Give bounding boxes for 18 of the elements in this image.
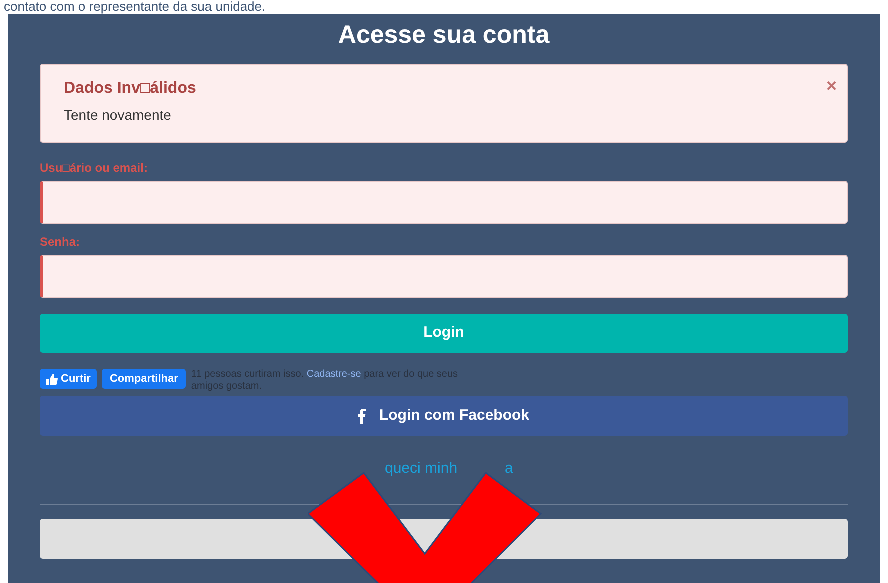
facebook-login-button[interactable]: Login com Facebook <box>40 396 848 436</box>
close-button[interactable]: × <box>826 77 837 95</box>
notice-text: contato com o representante da sua unidade. <box>3 0 267 14</box>
field-label: Usu□ário ou email: <box>40 160 149 176</box>
input-field[interactable] <box>40 255 848 298</box>
input-field[interactable] <box>40 181 848 224</box>
like-button[interactable]: Curtir <box>40 369 97 389</box>
signup-link[interactable]: Cadastre-se <box>306 369 362 380</box>
thumbs-up-icon <box>46 374 58 384</box>
login-button[interactable]: Login <box>40 314 848 353</box>
alert-title: Dados Inv□álidos <box>64 79 198 99</box>
field-label: Senha: <box>40 234 82 250</box>
facebook-icon <box>358 408 366 424</box>
alert-message: Tente novamente <box>64 106 172 124</box>
forgot-password-link[interactable]: queci minh <box>385 458 458 480</box>
page-title: Acesse sua conta <box>337 20 551 50</box>
share-button[interactable]: Compartilhar <box>102 369 186 389</box>
forgot-password-link[interactable]: a <box>505 458 514 480</box>
